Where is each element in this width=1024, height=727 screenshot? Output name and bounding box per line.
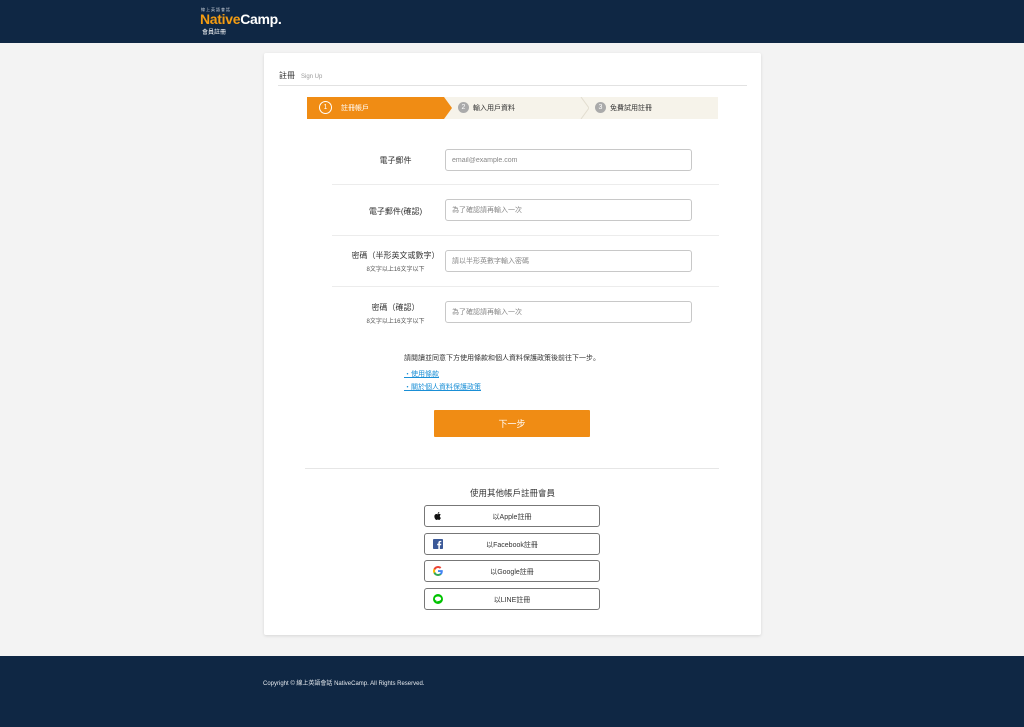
email-confirm-field[interactable] — [445, 199, 692, 221]
apple-signup-button[interactable]: 以Apple註冊 — [424, 505, 600, 527]
page-title-text: 註冊 — [279, 71, 295, 80]
terms-notice: 請閱讀並同意下方使用條款和個人資料保護政策後前往下一步。 — [404, 355, 600, 362]
logo-part-camp: Camp. — [240, 11, 282, 27]
step-1-number: 1 — [319, 101, 332, 114]
row-divider — [332, 184, 719, 185]
signup-card: 註冊 Sign Up 3 免費試用註冊 2 輸入用戶資料 1 註冊帳戶 電子郵件 … — [264, 53, 761, 635]
logo-part-native: Native — [200, 11, 241, 27]
page-title: 註冊 Sign Up — [279, 70, 322, 81]
social-signup-title: 使用其他帳戶註冊會員 — [469, 488, 555, 498]
email-confirm-label: 電子郵件(確認) — [368, 207, 423, 216]
nativecamp-logo[interactable]: NativeCamp. — [200, 11, 282, 27]
site-footer: Copyright © 線上英語會話 NativeCamp. All Right… — [0, 656, 1024, 727]
header-subtitle: 會員註冊 — [202, 30, 227, 36]
step-1-active: 1 註冊帳戶 — [307, 97, 452, 119]
password-field[interactable] — [445, 250, 692, 272]
step-2-label: 輸入用戶資料 — [473, 105, 515, 112]
password-hint: 8文字以上16文字以下 — [366, 267, 425, 273]
facebook-signup-button[interactable]: 以Facebook註冊 — [424, 533, 600, 555]
row-divider — [332, 286, 719, 287]
google-signup-label: 以Google註冊 — [490, 569, 534, 576]
site-header: 線上英語會話 NativeCamp. 會員註冊 — [0, 0, 1024, 43]
password-confirm-label: 密碼（確認） — [371, 303, 420, 312]
facebook-signup-label: 以Facebook註冊 — [486, 542, 538, 549]
copyright-text: Copyright © 線上英語會話 NativeCamp. All Right… — [263, 681, 425, 687]
step-1-label: 註冊帳戶 — [341, 105, 369, 112]
line-signup-button[interactable]: 以LINE註冊 — [424, 588, 600, 610]
email-label: 電子郵件 — [379, 156, 412, 165]
step-2-number: 2 — [458, 102, 469, 113]
google-signup-button[interactable]: 以Google註冊 — [424, 560, 600, 582]
email-field[interactable] — [445, 149, 692, 171]
step-2: 2 輸入用戶資料 — [443, 97, 589, 119]
line-signup-label: 以LINE註冊 — [493, 597, 531, 604]
step-3-label: 免費試用註冊 — [610, 105, 652, 112]
section-divider — [305, 468, 719, 469]
page-subtitle: Sign Up — [301, 74, 323, 80]
password-label: 密碼（半形英文或數字） — [351, 251, 440, 260]
title-divider — [278, 85, 747, 86]
row-divider — [332, 235, 719, 236]
password-confirm-field[interactable] — [445, 301, 692, 323]
terms-link[interactable]: ・使用條款 — [404, 369, 439, 379]
privacy-policy-link[interactable]: ・關於個人資料保護政策 — [404, 382, 481, 392]
step-3: 3 免費試用註冊 — [581, 97, 718, 119]
apple-signup-label: 以Apple註冊 — [492, 514, 532, 521]
password-confirm-hint: 8文字以上16文字以下 — [366, 319, 425, 325]
step-3-number: 3 — [595, 102, 606, 113]
next-button[interactable]: 下一步 — [434, 410, 590, 437]
progress-steps: 3 免費試用註冊 2 輸入用戶資料 1 註冊帳戶 — [307, 97, 718, 119]
